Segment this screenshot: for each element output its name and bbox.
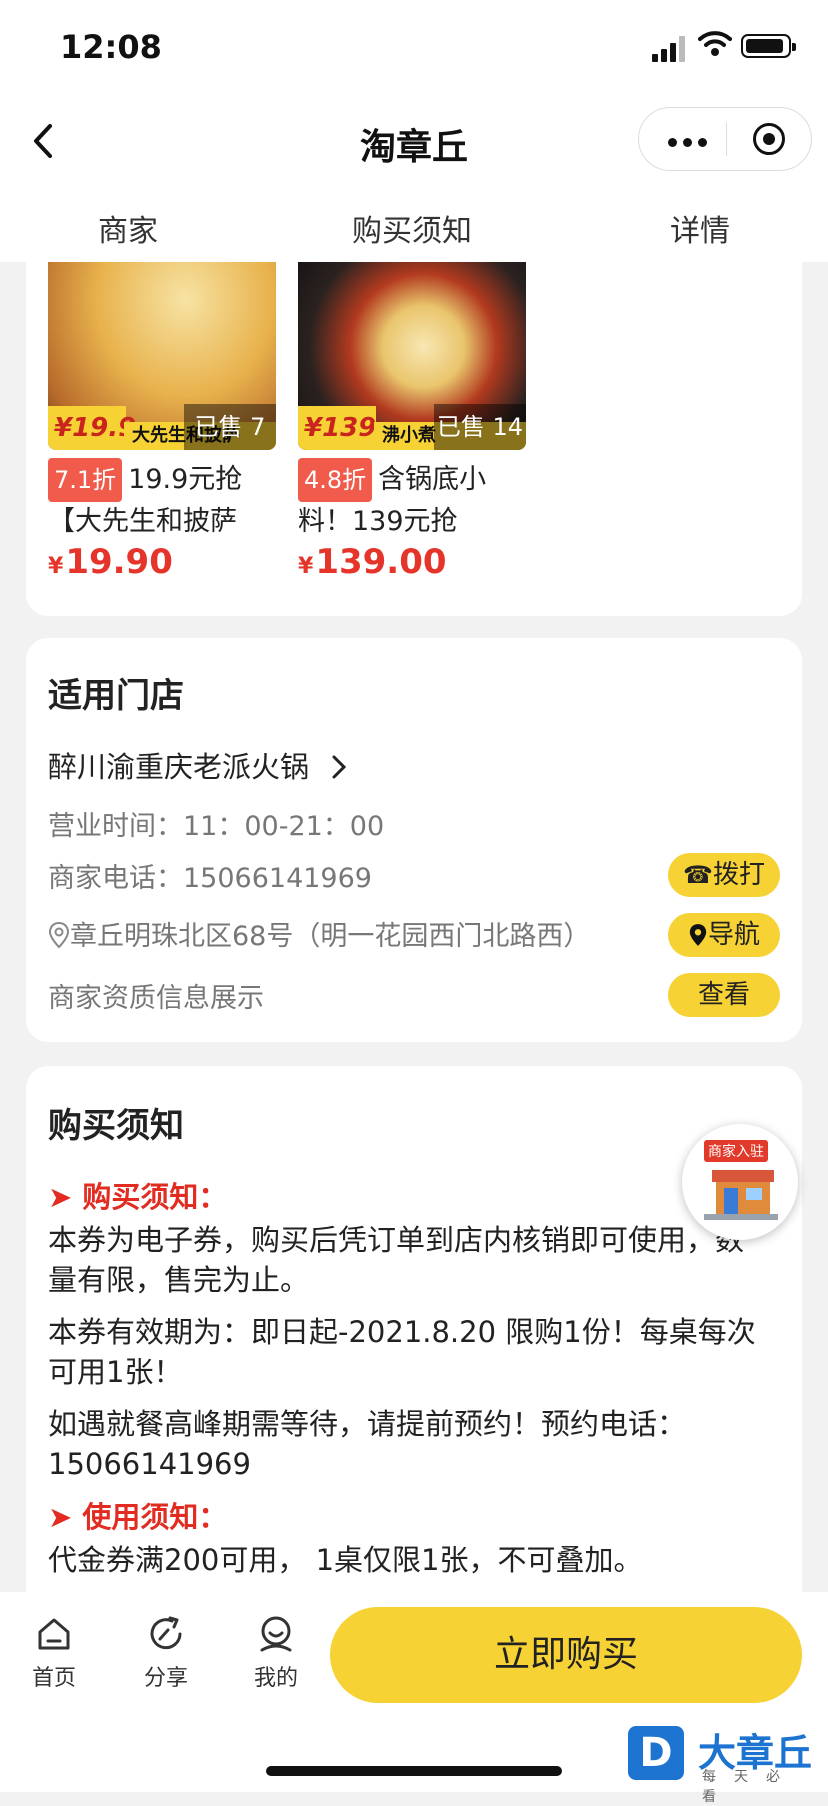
product-price: ¥139.00 bbox=[298, 542, 447, 582]
battery-icon bbox=[741, 34, 796, 58]
home-tab-label: 首页 bbox=[31, 1666, 76, 1691]
buy-now-button[interactable]: 立即购买 bbox=[330, 1607, 802, 1703]
signal-icon bbox=[652, 36, 688, 62]
share-icon bbox=[150, 1616, 182, 1650]
usage-heading: ➤ 使用须知： bbox=[48, 1494, 227, 1536]
product-title[interactable]: 4.8折含锅底小料！139元抢【沸… bbox=[298, 458, 534, 538]
navigate-button[interactable]: 导航 bbox=[668, 913, 780, 957]
store-address-text: 章丘明珠北区68号（明一花园西门北路西） bbox=[70, 921, 591, 952]
location-pin-icon bbox=[48, 921, 70, 949]
notice-section-title: 购买须知 bbox=[48, 1106, 184, 1146]
call-button-label: 拨打 bbox=[712, 860, 765, 890]
store-section-title: 适用门店 bbox=[48, 676, 184, 716]
usage-heading-text: 使用须知： bbox=[82, 1500, 228, 1534]
chevron-right-icon bbox=[332, 755, 347, 779]
sold-count: 已售 14 bbox=[434, 404, 526, 450]
store-address: 章丘明珠北区68号（明一花园西门北路西） bbox=[48, 914, 608, 953]
shop-icon bbox=[704, 1170, 778, 1220]
product-price: ¥19.90 bbox=[48, 542, 173, 582]
store-name[interactable]: 醉川渝重庆老派火锅 bbox=[48, 744, 350, 786]
tab-merchant[interactable]: 商家 bbox=[98, 206, 158, 250]
store-phone: 商家电话：15066141969 bbox=[48, 863, 372, 894]
product-image-pizza[interactable]: ¥19.9 大先生和披萨 已售 7 bbox=[48, 262, 276, 450]
phone-icon: ☎ bbox=[683, 861, 713, 889]
notice-text: 如遇就餐高峰期需等待，请提前预约！预约电话：15066141969 bbox=[48, 1407, 687, 1481]
store-name-text: 醉川渝重庆老派火锅 bbox=[48, 750, 310, 784]
location-pin-icon bbox=[689, 924, 707, 946]
sold-count: 已售 7 bbox=[184, 404, 276, 450]
merchant-join-label: 商家入驻 bbox=[704, 1140, 768, 1162]
share-tab[interactable]: 分享 bbox=[126, 1614, 206, 1692]
merchant-join-button[interactable]: 商家入驻 bbox=[682, 1124, 798, 1240]
tab-details[interactable]: 详情 bbox=[670, 206, 730, 250]
discount-badge: 7.1折 bbox=[48, 458, 123, 502]
home-indicator bbox=[266, 1766, 562, 1776]
mini-program-capsule bbox=[638, 107, 812, 171]
product-price-value: 139.00 bbox=[315, 542, 447, 582]
watermark-sub: 每天必看 bbox=[702, 1769, 798, 1805]
product-price-tag: ¥139 bbox=[298, 406, 376, 450]
navigate-button-label: 导航 bbox=[707, 920, 760, 950]
view-qualification-button[interactable]: 查看 bbox=[668, 973, 780, 1017]
store-hours: 营业时间：11：00-21：00 bbox=[48, 811, 385, 842]
watermark-logo: D bbox=[628, 1726, 684, 1780]
qualification-info: 商家资质信息展示 bbox=[48, 983, 264, 1014]
product-title[interactable]: 7.1折19.9元抢【大先生和披萨店… bbox=[48, 458, 284, 538]
product-price-value: 19.90 bbox=[65, 542, 173, 582]
status-time: 12:08 bbox=[60, 28, 162, 66]
mine-tab[interactable]: 我的 bbox=[236, 1614, 316, 1692]
more-icon[interactable] bbox=[668, 132, 713, 151]
home-tab[interactable]: 首页 bbox=[14, 1614, 94, 1692]
home-icon bbox=[38, 1618, 70, 1650]
notice-text: 本券有效期为：即日起-2021.8.20 限购1份！每桌每次可用1张！ bbox=[48, 1315, 756, 1389]
arrow-icon: ➤ bbox=[48, 1500, 83, 1534]
discount-badge: 4.8折 bbox=[298, 458, 373, 502]
tab-purchase-notice[interactable]: 购买须知 bbox=[352, 206, 472, 250]
close-target-icon[interactable] bbox=[753, 123, 785, 155]
usage-text: 代金券满200可用， 1桌仅限1张，不可叠加。 bbox=[48, 1543, 643, 1577]
wifi-icon bbox=[698, 31, 732, 56]
call-button[interactable]: ☎拨打 bbox=[668, 853, 780, 897]
capsule-divider bbox=[726, 122, 727, 156]
notice-text: 本券为电子券，购买后凭订单到店内核销即可使用，数量有限，售完为止。 bbox=[48, 1223, 745, 1297]
product-price-tag: ¥19.9 bbox=[48, 406, 136, 450]
currency-symbol: ¥ bbox=[48, 554, 64, 579]
currency-symbol: ¥ bbox=[298, 554, 314, 579]
arrow-icon: ➤ bbox=[48, 1180, 83, 1214]
notice-heading-text: 购买须知： bbox=[82, 1180, 228, 1214]
share-tab-label: 分享 bbox=[143, 1666, 188, 1691]
user-icon bbox=[260, 1616, 292, 1652]
mine-tab-label: 我的 bbox=[253, 1666, 298, 1691]
product-image-hotpot[interactable]: ¥139 沸小煮 已售 14 bbox=[298, 262, 526, 450]
notice-heading: ➤ 购买须知： bbox=[48, 1174, 227, 1216]
